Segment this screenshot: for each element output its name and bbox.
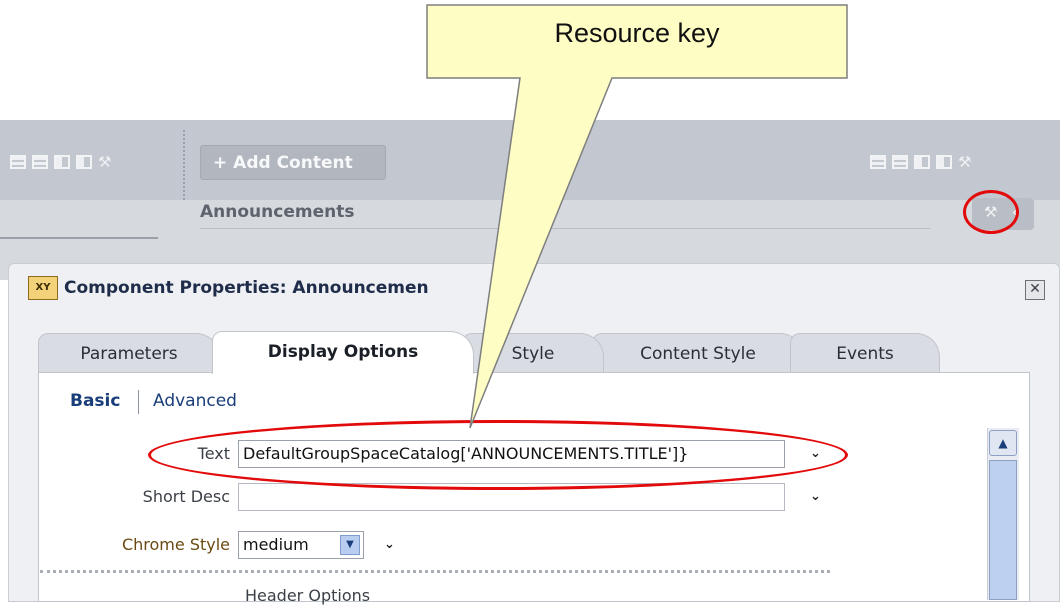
callout-label: Resource key xyxy=(554,18,720,48)
callout-shape xyxy=(426,4,848,429)
tab-display-options[interactable]: Display Options xyxy=(212,331,474,374)
callout-bubble xyxy=(426,4,848,429)
